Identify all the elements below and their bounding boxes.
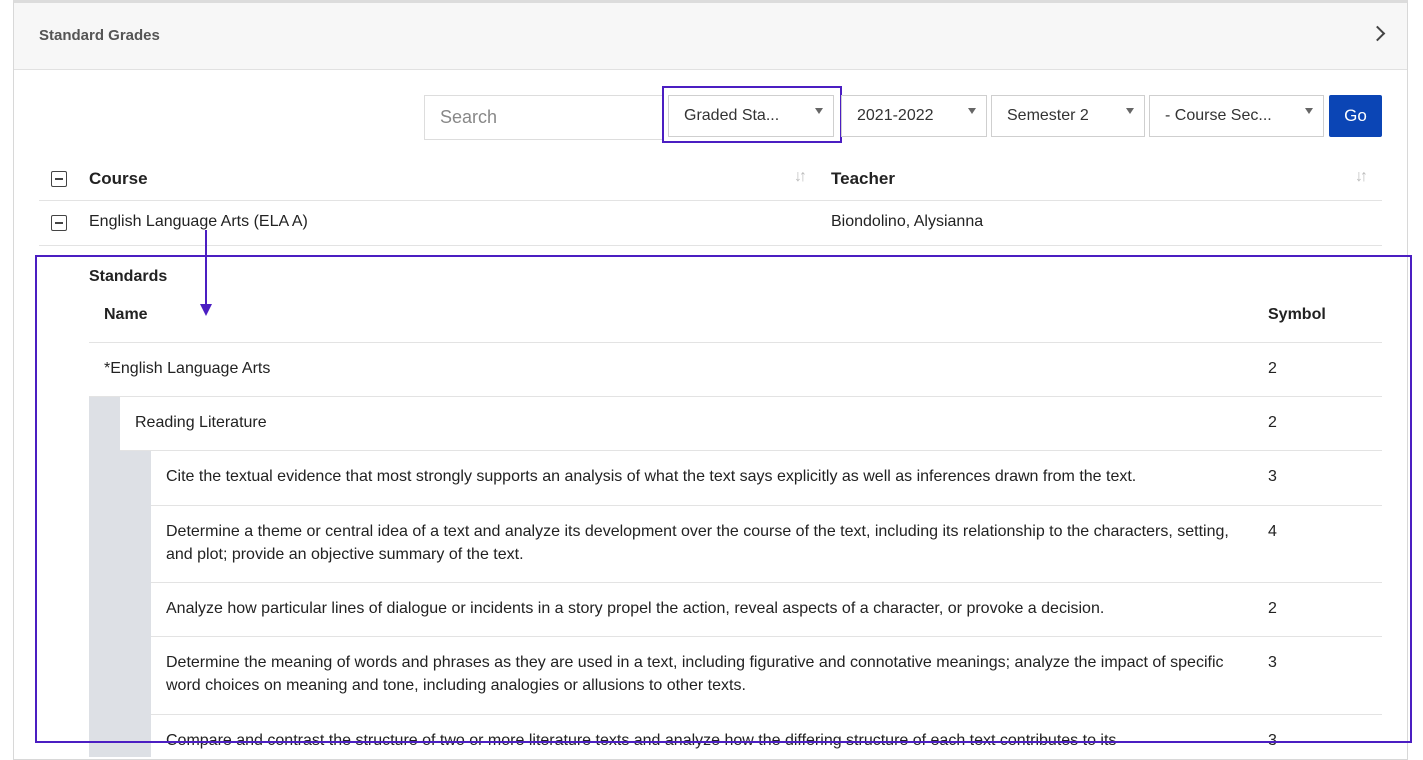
graded-standards-select[interactable]: Graded Sta... [668,95,834,137]
chevron-right-icon[interactable] [1369,25,1386,42]
caret-down-icon [1126,108,1134,114]
term-select-value: Semester 2 [1007,107,1089,124]
collapse-row-icon[interactable] [51,215,67,231]
divider [151,582,1382,583]
graded-standards-select-value: Graded Sta... [684,107,780,124]
caret-down-icon [1305,108,1313,114]
sort-icon[interactable]: ↓↑ [1355,168,1368,186]
course-section-select[interactable]: - Course Sec... [1149,95,1324,137]
arrow-down-icon [200,304,212,316]
go-button[interactable]: Go [1329,95,1382,137]
course-name[interactable]: English Language Arts (ELA A) [89,213,308,231]
divider [151,714,1382,715]
standard-symbol: 3 [1268,732,1277,749]
standard-symbol: 4 [1268,523,1277,540]
column-header-course[interactable]: Course [89,169,148,189]
column-header-name: Name [104,306,148,323]
term-select[interactable]: Semester 2 [991,95,1145,137]
divider [89,396,1382,397]
divider [151,505,1382,506]
divider [120,450,1382,451]
divider [39,245,1382,246]
school-year-select-value: 2021-2022 [857,107,934,124]
standard-symbol: 3 [1268,654,1277,671]
indent-strip [120,451,151,757]
column-header-teacher[interactable]: Teacher [831,169,895,189]
standard-name: Determine a theme or central idea of a t… [166,523,1229,563]
standard-symbol: 2 [1268,360,1277,377]
column-header-symbol: Symbol [1268,306,1326,323]
standard-symbol: 2 [1268,414,1277,431]
divider [151,636,1382,637]
school-year-select[interactable]: 2021-2022 [841,95,987,137]
standard-symbol: 3 [1268,468,1277,485]
sort-icon[interactable]: ↓↑ [794,168,807,186]
course-section-select-value: - Course Sec... [1165,107,1272,124]
standards-heading: Standards [89,268,168,285]
standard-name: *English Language Arts [104,360,271,377]
annotation-arrow [205,230,207,308]
panel-header[interactable]: Standard Grades [14,3,1407,70]
indent-strip [89,397,120,757]
divider [39,200,1382,201]
teacher-name: Biondolino, Alysianna [831,213,984,230]
standard-name: Determine the meaning of words and phras… [166,654,1224,694]
standard-name: Cite the textual evidence that most stro… [166,468,1137,485]
standard-name: Analyze how particular lines of dialogue… [166,600,1105,617]
caret-down-icon [968,108,976,114]
panel-title: Standard Grades [39,27,160,44]
collapse-all-icon[interactable] [51,171,67,187]
caret-down-icon [815,108,823,114]
standard-symbol: 2 [1268,600,1277,617]
search-input[interactable] [424,95,664,140]
standard-name: Reading Literature [135,414,267,431]
divider [89,342,1382,343]
standard-name: Compare and contrast the structure of tw… [166,732,1117,749]
